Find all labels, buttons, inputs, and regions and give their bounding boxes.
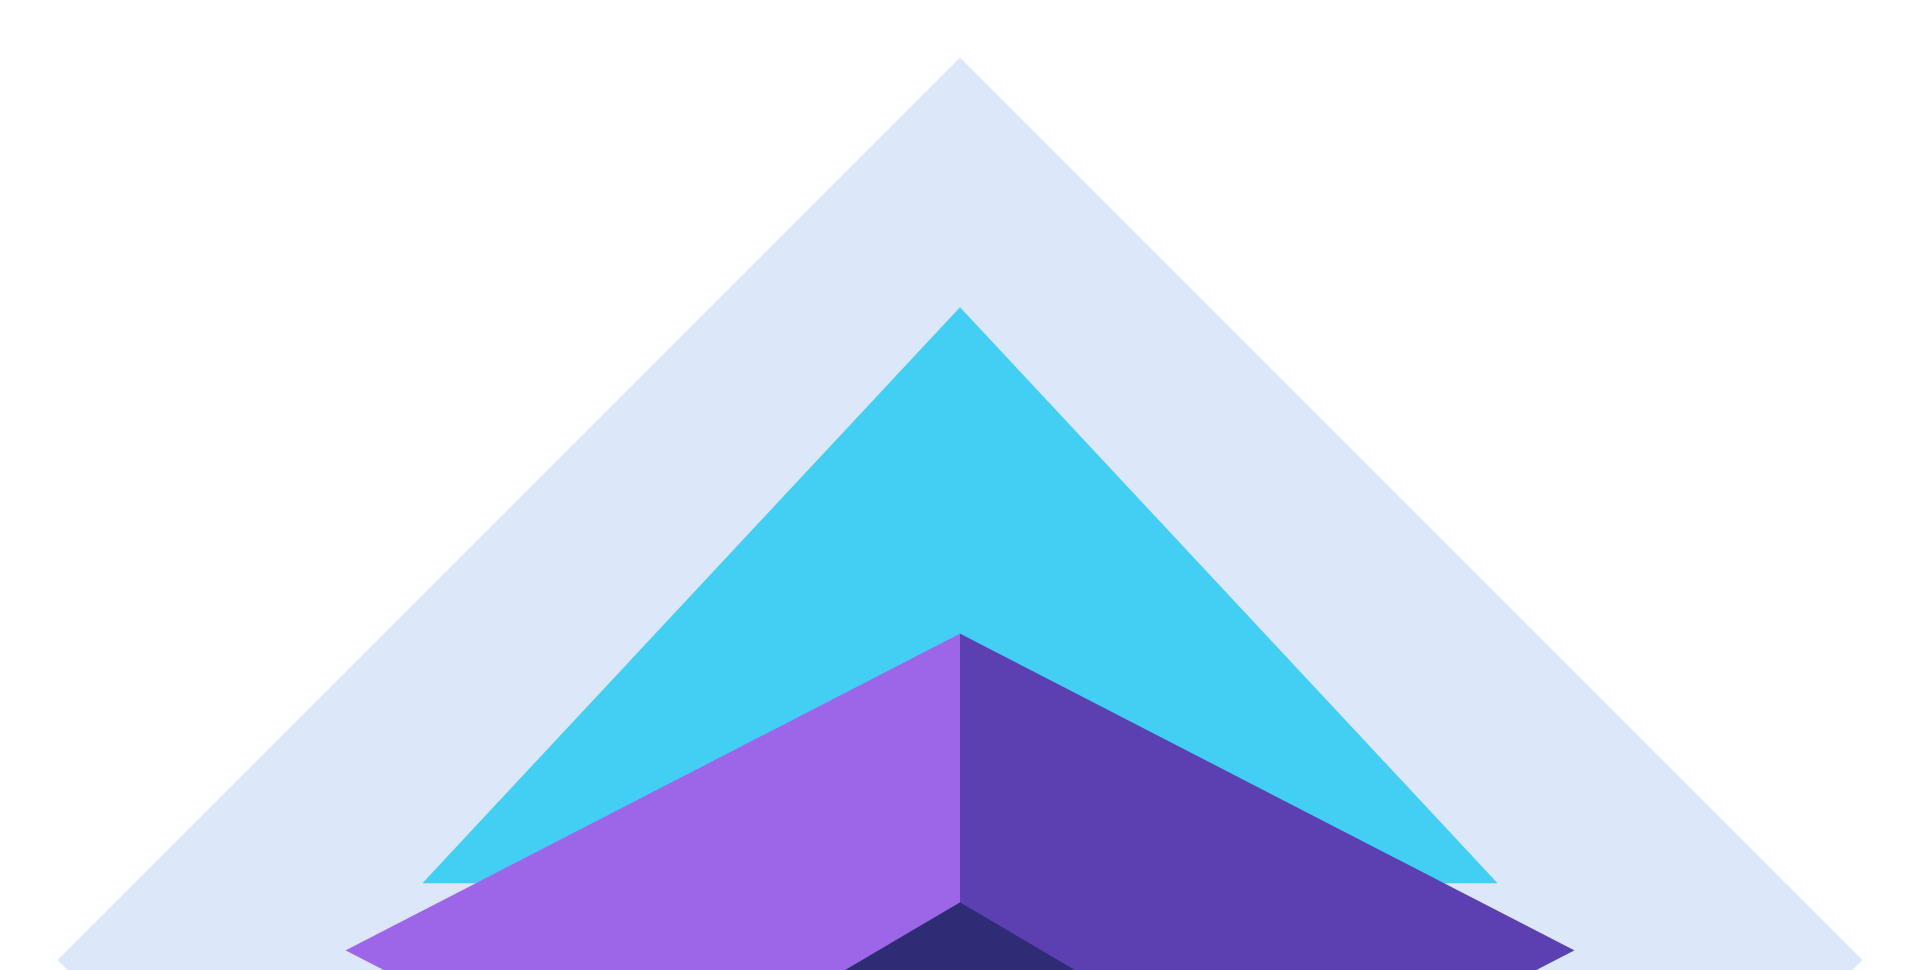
brand-diamond-icon bbox=[0, 0, 1920, 970]
brand-logo: 神州问学 Smart Vision bbox=[0, 0, 1920, 970]
app-root: 神州问学 Smart Vision 对话 智能文件夹 工具集 应用市场 系统设置 bbox=[0, 0, 1920, 970]
sidebar: 神州问学 Smart Vision 对话 智能文件夹 工具集 应用市场 系统设置 bbox=[0, 0, 1920, 970]
